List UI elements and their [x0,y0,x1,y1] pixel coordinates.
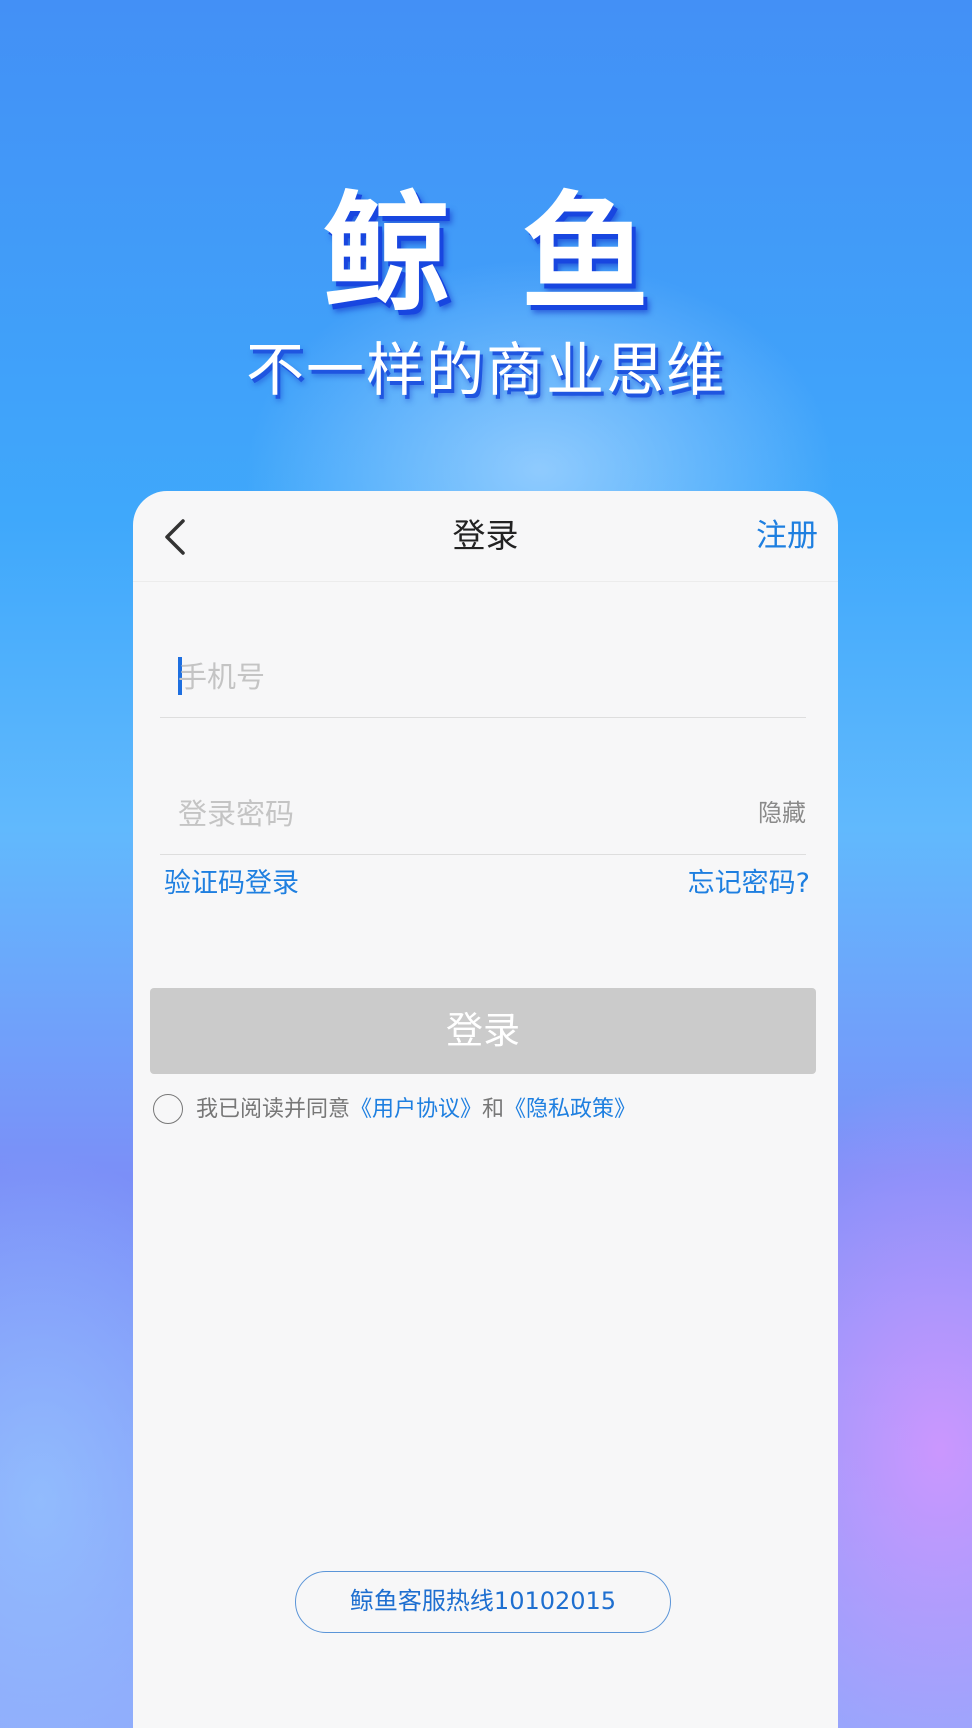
hide-password-toggle[interactable]: 隐藏 [758,795,806,831]
agreement-checkbox[interactable] [153,1094,183,1124]
agreement-conjunction: 和 [482,1097,505,1122]
privacy-policy-link[interactable]: 《隐私政策》 [504,1097,636,1122]
user-agreement-link[interactable]: 《用户协议》 [350,1097,482,1122]
password-field: 隐藏 [160,774,806,855]
customer-service-hotline-button[interactable]: 鲸鱼客服热线10102015 [295,1571,671,1633]
login-card: 登录 注册 隐藏 验证码登录 忘记密码? 登录 我已阅读并同意《用户协议》和《隐… [133,491,838,1728]
register-link[interactable]: 注册 [756,515,818,557]
phone-field [160,637,806,718]
phone-input[interactable] [178,637,698,717]
agreement-text: 我已阅读并同意《用户协议》和《隐私政策》 [196,1094,636,1126]
password-input[interactable] [178,774,698,854]
card-header: 登录 注册 [133,491,838,582]
login-button[interactable]: 登录 [150,988,816,1074]
sms-login-link[interactable]: 验证码登录 [164,866,299,902]
app-title: 鲸鱼 [322,180,719,329]
agreement-prefix: 我已阅读并同意 [196,1097,351,1122]
agreement-row: 我已阅读并同意《用户协议》和《隐私政策》 [153,1094,813,1130]
app-slogan: 不一样的商业思维 [245,336,726,404]
page-title: 登录 [452,516,519,555]
forgot-password-link[interactable]: 忘记密码? [688,866,810,902]
